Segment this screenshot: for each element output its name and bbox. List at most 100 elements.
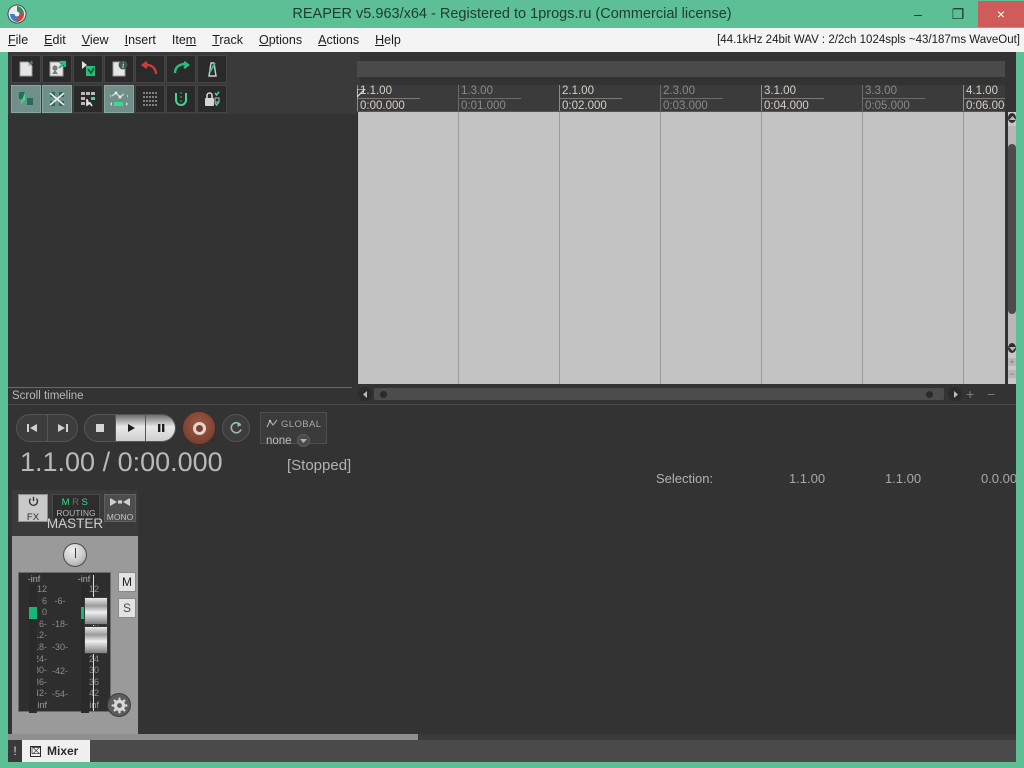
reaper-logo-icon bbox=[6, 3, 28, 25]
grid-line bbox=[458, 112, 459, 384]
meter-left-peak: -inf bbox=[21, 574, 47, 584]
maximize-button[interactable]: ❐ bbox=[938, 1, 978, 27]
master-fader-thumb-upper[interactable] bbox=[84, 597, 108, 625]
playback-position-display[interactable]: 1.1.00 / 0:00.000 bbox=[20, 447, 223, 478]
metronome-icon[interactable] bbox=[197, 55, 227, 83]
menu-track[interactable]: Track bbox=[204, 28, 251, 52]
menu-view[interactable]: View bbox=[74, 28, 117, 52]
vzoom-out-button[interactable]: − bbox=[1008, 370, 1016, 378]
menu-file[interactable]: File bbox=[0, 28, 36, 52]
grid-line bbox=[963, 112, 964, 384]
master-mute-button[interactable]: M bbox=[118, 572, 136, 592]
pan-knob-needle bbox=[75, 548, 76, 558]
envelope-icon[interactable] bbox=[11, 85, 41, 113]
edit-cursor[interactable] bbox=[357, 112, 358, 384]
menu-edit[interactable]: Edit bbox=[36, 28, 74, 52]
ruler-mark: 1.3.00 0:01.000 bbox=[458, 85, 521, 112]
crossfade-icon[interactable] bbox=[42, 85, 72, 113]
vertical-scrollbar[interactable]: + − bbox=[1008, 112, 1016, 384]
global-automation-box[interactable]: GLOBAL none bbox=[260, 412, 327, 444]
global-automation-value-row: none bbox=[266, 434, 321, 447]
hscroll-handle-left[interactable] bbox=[380, 391, 387, 398]
menu-options[interactable]: Options bbox=[251, 28, 310, 52]
scroll-down-button[interactable] bbox=[1008, 342, 1016, 354]
menu-actions[interactable]: Actions bbox=[310, 28, 367, 52]
close-button[interactable]: × bbox=[978, 1, 1024, 27]
play-state-label: [Stopped] bbox=[287, 457, 351, 474]
routing-msr-indicators: MRS bbox=[62, 497, 91, 508]
master-fader-thumb-lower[interactable] bbox=[84, 626, 108, 654]
selection-info: Selection: 1.1.00 1.1.00 0.0.00 bbox=[656, 471, 1017, 486]
save-project-icon[interactable] bbox=[73, 55, 103, 83]
selection-start[interactable]: 1.1.00 bbox=[713, 471, 825, 486]
grid-icon[interactable] bbox=[135, 85, 165, 113]
window-controls: – ❐ × bbox=[898, 1, 1024, 27]
master-track-name: MASTER bbox=[12, 516, 138, 531]
stop-button[interactable] bbox=[85, 415, 115, 441]
go-to-start-button[interactable] bbox=[17, 415, 47, 441]
selection-label: Selection: bbox=[656, 471, 713, 486]
hscroll-left-button[interactable] bbox=[358, 387, 372, 401]
menu-insert[interactable]: Insert bbox=[117, 28, 164, 52]
open-project-icon[interactable] bbox=[42, 55, 72, 83]
ruler-top-strip[interactable] bbox=[357, 61, 1005, 77]
tracks-canvas[interactable] bbox=[357, 112, 1005, 384]
minimize-button[interactable]: – bbox=[898, 1, 938, 27]
project-settings-icon[interactable]: i bbox=[104, 55, 134, 83]
hzoom-out-button[interactable]: − bbox=[987, 387, 995, 401]
svg-text:*: * bbox=[29, 60, 34, 70]
playback-button-group bbox=[84, 414, 176, 442]
play-button[interactable] bbox=[115, 415, 145, 441]
vzoom-in-button[interactable]: + bbox=[1008, 358, 1016, 366]
loop-icon[interactable] bbox=[166, 85, 196, 113]
grouping-icon[interactable] bbox=[73, 85, 103, 113]
undo-icon[interactable] bbox=[135, 55, 165, 83]
menu-item[interactable]: Item bbox=[164, 28, 204, 52]
ruler-mark: 1.1.00 0:00.000 bbox=[357, 85, 420, 112]
toolbar-row-1: * bbox=[11, 55, 360, 83]
window-title: REAPER v5.963/x64 - Registered to 1progs… bbox=[0, 0, 1024, 28]
go-to-end-button[interactable] bbox=[47, 415, 77, 441]
selection-length[interactable]: 0.0.00 bbox=[921, 471, 1017, 486]
mixer-area: FX MRS ROUTING bbox=[8, 486, 1016, 740]
routing-m-indicator: M bbox=[62, 497, 72, 508]
hscroll-track[interactable] bbox=[374, 388, 944, 400]
vscroll-thumb[interactable] bbox=[1008, 144, 1016, 314]
horizontal-scrollbar[interactable]: + − bbox=[357, 386, 1016, 402]
lock-icon[interactable] bbox=[197, 85, 227, 113]
scroll-up-button[interactable] bbox=[1008, 112, 1016, 124]
menu-help[interactable]: Help bbox=[367, 28, 409, 52]
docker-tab-label: Mixer bbox=[47, 744, 78, 758]
hscroll-handle-right[interactable] bbox=[926, 391, 933, 398]
track-control-panel-area[interactable] bbox=[8, 114, 352, 388]
record-button[interactable] bbox=[182, 411, 216, 445]
close-icon[interactable]: ⌧ bbox=[30, 746, 41, 757]
hzoom-in-button[interactable]: + bbox=[966, 387, 974, 401]
close-icon: × bbox=[997, 6, 1005, 22]
pan-knob[interactable] bbox=[63, 543, 87, 567]
meter-level-left bbox=[29, 607, 37, 619]
gear-icon[interactable] bbox=[107, 693, 131, 717]
play-cursor-marker[interactable] bbox=[357, 85, 366, 94]
main-toolbar: * bbox=[8, 52, 360, 114]
timeline-ruler[interactable]: 1.1.00 0:00.000 1.3.00 0:01.000 2.1.00 0… bbox=[357, 85, 1005, 112]
ruler-mark: 2.3.00 0:03.000 bbox=[660, 85, 723, 112]
docker-warning-icon[interactable]: ! bbox=[8, 740, 22, 762]
title-bar: REAPER v5.963/x64 - Registered to 1progs… bbox=[0, 0, 1024, 28]
hscroll-right-button[interactable] bbox=[948, 387, 962, 401]
master-header: FX MRS ROUTING bbox=[12, 490, 138, 542]
grid-line bbox=[559, 112, 560, 384]
redo-icon[interactable] bbox=[166, 55, 196, 83]
global-label: GLOBAL bbox=[281, 419, 321, 430]
ruler-mark: 3.3.00 0:05.000 bbox=[862, 85, 925, 112]
master-meter[interactable]: -inf -inf 12 6 0 6- 12- 18- 24- 30- 36- bbox=[18, 572, 111, 712]
pause-button[interactable] bbox=[145, 415, 175, 441]
master-solo-button[interactable]: S bbox=[118, 598, 136, 618]
repeat-button[interactable] bbox=[222, 414, 250, 442]
new-project-icon[interactable]: * bbox=[11, 55, 41, 83]
selection-end[interactable]: 1.1.00 bbox=[825, 471, 921, 486]
chevron-down-icon[interactable] bbox=[297, 434, 310, 447]
vscroll-track[interactable] bbox=[1008, 126, 1016, 344]
automation-icon[interactable] bbox=[104, 85, 134, 113]
docker-tab-mixer[interactable]: ⌧ Mixer bbox=[22, 740, 90, 762]
